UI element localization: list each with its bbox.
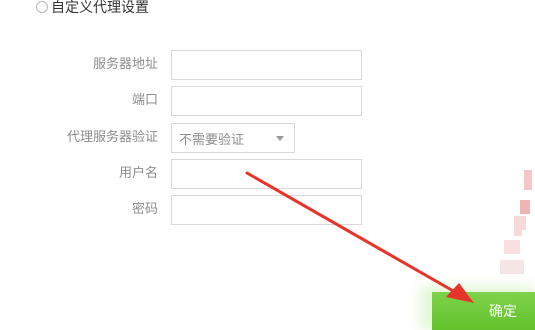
arrow-head [446, 283, 474, 303]
annotation-arrow [245, 171, 474, 303]
arrow-shaft [245, 171, 464, 298]
